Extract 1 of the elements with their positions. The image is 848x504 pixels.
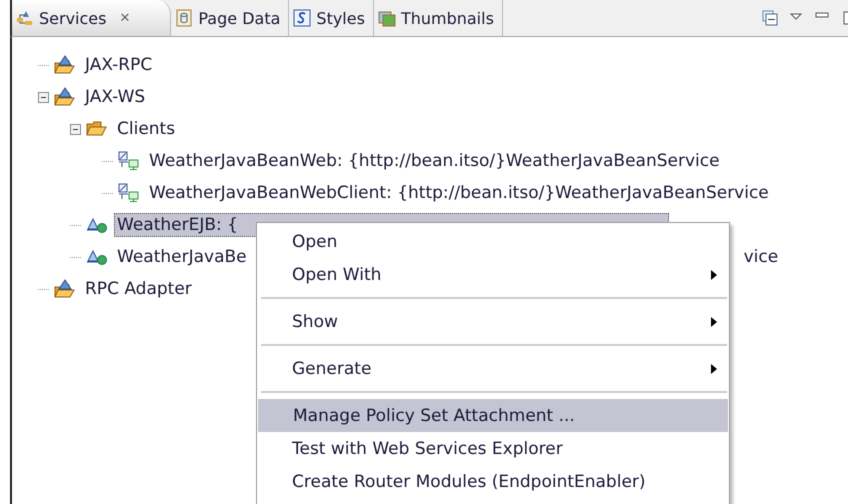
tree-item-text: vice [744, 247, 778, 267]
